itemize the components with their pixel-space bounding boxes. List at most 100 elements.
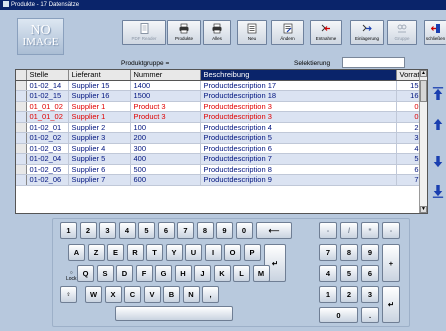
- cell-beschreibung[interactable]: Productdescription 17: [200, 80, 397, 91]
- key-w[interactable]: W: [85, 286, 102, 303]
- scroll-thumb[interactable]: [420, 80, 427, 102]
- cell-stelle[interactable]: 01_01_02: [26, 111, 69, 123]
- row-selector[interactable]: [16, 80, 27, 91]
- entnahme-button[interactable]: Entnahme: [310, 20, 342, 45]
- produkte-button[interactable]: Produkte: [167, 20, 201, 45]
- cell-stelle[interactable]: 01-02_05: [26, 164, 69, 175]
- key-g[interactable]: G: [155, 265, 172, 282]
- cell-beschreibung[interactable]: Productdescription 3: [200, 101, 397, 112]
- column-header-vorrat[interactable]: Vorrat: [396, 70, 422, 81]
- cell-vorrat[interactable]: 0: [396, 111, 422, 123]
- numpad-divide-key[interactable]: /: [340, 222, 358, 239]
- cell-beschreibung[interactable]: Productdescription 4: [200, 122, 397, 133]
- comma-key[interactable]: ,: [202, 286, 219, 303]
- cell-vorrat[interactable]: 4: [396, 143, 422, 154]
- cell-lieferant[interactable]: Supplier 5: [68, 153, 131, 165]
- table-row[interactable]: 01-02_03 Supplier 4 300 Productdescription …: [16, 143, 422, 154]
- key-t[interactable]: T: [146, 244, 163, 261]
- row-selector[interactable]: [16, 101, 27, 112]
- column-header-beschreibung[interactable]: Beschreibung: [200, 70, 397, 81]
- key-1[interactable]: 1: [60, 222, 77, 239]
- row-selector[interactable]: [16, 90, 27, 102]
- cell-vorrat[interactable]: 16: [396, 90, 422, 102]
- numpad-key-4[interactable]: 4: [319, 265, 337, 282]
- cell-beschreibung[interactable]: Productdescription 7: [200, 153, 397, 165]
- key-z[interactable]: Z: [87, 244, 105, 261]
- numpad-key-7[interactable]: 7: [319, 244, 337, 261]
- cell-lieferant[interactable]: Supplier 15: [68, 80, 131, 91]
- key-c[interactable]: C: [124, 286, 141, 303]
- space-bar[interactable]: [115, 306, 233, 321]
- neu-button[interactable]: Neu: [237, 20, 267, 45]
- column-header-nummer[interactable]: Nummer: [130, 70, 201, 81]
- key-2[interactable]: 2: [79, 222, 97, 239]
- numpad-key-5[interactable]: 5: [340, 265, 358, 282]
- key-l[interactable]: L: [233, 265, 250, 282]
- key-3[interactable]: 3: [99, 222, 116, 239]
- cell-stelle[interactable]: 01-02_01: [26, 122, 69, 133]
- cell-nummer[interactable]: 300: [130, 143, 201, 154]
- key-r[interactable]: R: [126, 244, 144, 261]
- key-x[interactable]: X: [104, 286, 122, 303]
- cell-vorrat[interactable]: 0: [396, 101, 422, 112]
- table-row[interactable]: 01-02_06 Supplier 7 600 Productdescription …: [16, 174, 422, 186]
- key-p[interactable]: P: [243, 244, 261, 261]
- numpad-subtract-key[interactable]: -: [382, 222, 400, 239]
- row-selector[interactable]: [16, 111, 27, 123]
- key-0[interactable]: 0: [235, 222, 253, 239]
- key-n[interactable]: N: [182, 286, 200, 303]
- numpad-key-0[interactable]: 0: [319, 307, 358, 323]
- cell-nummer[interactable]: 600: [130, 174, 201, 186]
- key-v[interactable]: V: [143, 286, 161, 303]
- cell-stelle[interactable]: 01-02_14: [26, 80, 69, 91]
- cell-beschreibung[interactable]: Productdescription 6: [200, 143, 397, 154]
- table-row[interactable]: 01-02_02 Supplier 3 200 Productdescription …: [16, 132, 422, 144]
- key-7[interactable]: 7: [177, 222, 194, 239]
- cell-vorrat[interactable]: 15: [396, 80, 422, 91]
- cell-stelle[interactable]: 01-02_04: [26, 153, 69, 165]
- cell-beschreibung[interactable]: Productdescription 8: [200, 164, 397, 175]
- column-header-lieferant[interactable]: Lieferant: [68, 70, 131, 81]
- pdf-reader-button[interactable]: PDF Reader: [122, 20, 166, 45]
- cell-lieferant[interactable]: Supplier 4: [68, 143, 131, 154]
- key-9[interactable]: 9: [216, 222, 233, 239]
- key-h[interactable]: H: [174, 265, 192, 282]
- key-j[interactable]: J: [194, 265, 211, 282]
- numpad-key-9[interactable]: 9: [361, 244, 379, 261]
- shift-key[interactable]: ⇧: [60, 286, 77, 303]
- numpad-minus-key[interactable]: -: [319, 222, 337, 239]
- cell-nummer[interactable]: 500: [130, 164, 201, 175]
- key-5[interactable]: 5: [138, 222, 155, 239]
- column-header-stelle[interactable]: Stelle: [26, 70, 69, 81]
- row-selector[interactable]: [16, 164, 27, 175]
- vertical-scrollbar[interactable]: ▲ ▼: [419, 70, 427, 213]
- key-8[interactable]: 8: [196, 222, 214, 239]
- cell-nummer[interactable]: 400: [130, 153, 201, 165]
- table-row[interactable]: 01-02_01 Supplier 2 100 Productdescription …: [16, 122, 422, 133]
- key-6[interactable]: 6: [157, 222, 175, 239]
- cell-stelle[interactable]: 01_01_02: [26, 101, 69, 112]
- previous-record-button[interactable]: [430, 113, 446, 135]
- schließen-button[interactable]: schließen: [424, 20, 446, 45]
- caps-lock-indicator[interactable]: ○ Lock: [66, 270, 77, 282]
- cell-lieferant[interactable]: Supplier 7: [68, 174, 131, 186]
- first-record-button[interactable]: [430, 83, 446, 105]
- cell-nummer[interactable]: Product 3: [130, 111, 201, 123]
- key-b[interactable]: B: [163, 286, 180, 303]
- ändern-button[interactable]: Ändern: [271, 20, 304, 45]
- cell-vorrat[interactable]: 3: [396, 132, 422, 144]
- cell-beschreibung[interactable]: Productdescription 5: [200, 132, 397, 144]
- numpad-key-3[interactable]: 3: [361, 286, 379, 303]
- cell-lieferant[interactable]: Supplier 2: [68, 122, 131, 133]
- products-table[interactable]: Stelle Lieferant Nummer Beschreibung Vorrat …: [15, 69, 428, 214]
- key-o[interactable]: O: [224, 244, 241, 261]
- cell-stelle[interactable]: 01-02_06: [26, 174, 69, 186]
- cell-stelle[interactable]: 01-02_15: [26, 90, 69, 102]
- row-selector[interactable]: [16, 143, 27, 154]
- key-a[interactable]: A: [68, 244, 85, 261]
- numpad-key-1[interactable]: 1: [319, 286, 337, 303]
- key-m[interactable]: M: [252, 265, 270, 282]
- numpad-multiply-key[interactable]: *: [361, 222, 379, 239]
- cell-beschreibung[interactable]: Productdescription 18: [200, 90, 397, 102]
- row-selector[interactable]: [16, 153, 27, 165]
